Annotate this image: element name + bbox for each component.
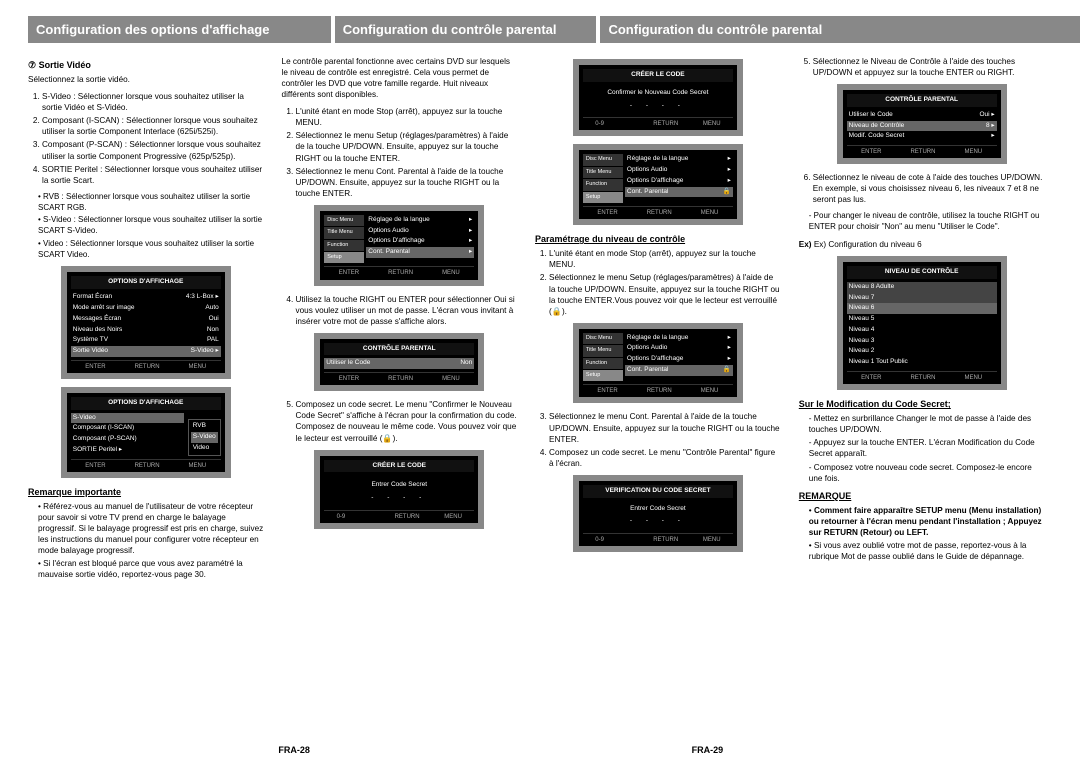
list-item: Composez un code secret. Le menu "Confir… bbox=[296, 399, 518, 443]
col-parental-setup: Le contrôle parental fonctionne avec cer… bbox=[282, 53, 518, 586]
list-item: Composez votre nouveau code secret. Comp… bbox=[809, 462, 1045, 484]
header-display-options: Configuration des options d'affichage bbox=[28, 16, 331, 43]
list-item: Sélectionnez le menu Setup (réglages/par… bbox=[549, 272, 781, 316]
col-display-options: ⑦ Sortie Vidéo Sélectionnez la sortie vi… bbox=[28, 53, 264, 586]
page-number-right: FRA-29 bbox=[692, 745, 724, 755]
page-number-left: FRA-28 bbox=[278, 745, 310, 755]
video-output-title: ⑦ Sortie Vidéo bbox=[28, 59, 264, 71]
osd-screen-setup-menu-lock2: Disc MenuTitle MenuFunctionSetup Réglage… bbox=[573, 323, 743, 404]
important-note-title: Remarque importante bbox=[28, 486, 264, 498]
parental-intro: Le contrôle parental fonctionne avec cer… bbox=[282, 56, 518, 100]
rating-steps-34: Sélectionnez le menu Cont. Parental à l'… bbox=[535, 411, 781, 468]
osd-title: NIVEAU DE CONTRÔLE bbox=[847, 266, 997, 279]
list-item: S-Video : Sélectionner lorsque vous souh… bbox=[42, 91, 264, 113]
list-item: L'unité étant en mode Stop (arrêt), appu… bbox=[296, 106, 518, 128]
osd-title: CRÉER LE CODE bbox=[324, 460, 474, 473]
osd-screen-rating-levels: NIVEAU DE CONTRÔLE Niveau 8 Adulte Nivea… bbox=[837, 256, 1007, 390]
section-headers: Configuration des options d'affichage Co… bbox=[28, 16, 1052, 43]
osd-screen-create-code: CRÉER LE CODE Entrer Code Secret - - - -… bbox=[314, 450, 484, 529]
osd-title: CONTRÔLE PARENTAL bbox=[847, 94, 997, 107]
list-item: Si l'écran est bloqué parce que vous ave… bbox=[38, 558, 264, 580]
modify-code-title: Sur le Modification du Code Secret; bbox=[799, 398, 1045, 410]
rating-steps: L'unité étant en mode Stop (arrêt), appu… bbox=[535, 248, 781, 316]
rating-step-6: Sélectionnez le niveau de cote à l'aide … bbox=[799, 172, 1045, 205]
video-output-list: S-Video : Sélectionner lorsque vous souh… bbox=[28, 91, 264, 186]
list-item: Sélectionnez le niveau de cote à l'aide … bbox=[813, 172, 1045, 205]
osd-screen-confirm-code: CRÉER LE CODE Confirmer le Nouveau Code … bbox=[573, 59, 743, 136]
col-rating-level-left: CRÉER LE CODE Confirmer le Nouveau Code … bbox=[535, 53, 781, 586]
remark-title: REMARQUE bbox=[799, 490, 1045, 502]
header-parental-right: Configuration du contrôle parental bbox=[600, 16, 1080, 43]
important-notes: Référez-vous au manuel de l'utilisateur … bbox=[28, 501, 264, 580]
list-item: Référez-vous au manuel de l'utilisateur … bbox=[38, 501, 264, 556]
video-output-lead: Sélectionnez la sortie vidéo. bbox=[28, 74, 264, 85]
list-item: Mettez en surbrillance Changer le mot de… bbox=[809, 413, 1045, 435]
list-item: Sélectionnez le menu Setup (réglages/par… bbox=[296, 130, 518, 163]
list-item: Composez un code secret. Le menu "Contrô… bbox=[549, 447, 781, 469]
osd-screen-parental-control: CONTRÔLE PARENTAL Utiliser le CodeOui Ni… bbox=[837, 84, 1007, 164]
rating-step-6-sub: - Pour changer le niveau de contrôle, ut… bbox=[799, 211, 1045, 233]
list-item: Appuyez sur la touche ENTER. L'écran Mod… bbox=[809, 437, 1045, 459]
list-item: S-Video : Sélectionner lorsque vous souh… bbox=[38, 215, 264, 237]
list-item: Utilisez la touche RIGHT ou ENTER pour s… bbox=[296, 294, 518, 327]
osd-screen-setup-menu-locked: Disc MenuTitle MenuFunctionSetup Réglage… bbox=[573, 144, 743, 225]
col-rating-level-right: Sélectionnez le Niveau de Contrôle à l'a… bbox=[799, 53, 1045, 586]
rating-step-5: Sélectionnez le Niveau de Contrôle à l'a… bbox=[799, 56, 1045, 78]
list-item: Video : Sélectionner lorsque vous souhai… bbox=[38, 239, 264, 261]
osd-title: OPTIONS D'AFFICHAGE bbox=[71, 276, 221, 289]
list-item: Composant (P-SCAN) : Sélectionner lorsqu… bbox=[42, 139, 264, 161]
osd-screen-display-options: OPTIONS D'AFFICHAGE Format Écran4:3 L-Bo… bbox=[61, 266, 231, 378]
list-item: Si vous avez oublié votre mot de passe, … bbox=[809, 540, 1045, 562]
osd-title: VERIFICATION DU CODE SECRET bbox=[583, 485, 733, 498]
osd-title: CONTRÔLE PARENTAL bbox=[324, 343, 474, 356]
manual-spread: Configuration des options d'affichage Co… bbox=[0, 0, 1080, 765]
columns: ⑦ Sortie Vidéo Sélectionnez la sortie vi… bbox=[28, 53, 1052, 586]
parental-steps-1-3: L'unité étant en mode Stop (arrêt), appu… bbox=[282, 106, 518, 199]
osd-screen-video-output-select: OPTIONS D'AFFICHAGE S-Video Composant (I… bbox=[61, 387, 231, 478]
peritel-sublist: RVB : Sélectionner lorsque vous souhaite… bbox=[28, 192, 264, 261]
example-label: Ex) Ex) Configuration du niveau 6 bbox=[799, 239, 1045, 250]
list-item: Composant (I-SCAN) : Sélectionner lorsqu… bbox=[42, 115, 264, 137]
list-item: L'unité étant en mode Stop (arrêt), appu… bbox=[549, 248, 781, 270]
list-item: RVB : Sélectionner lorsque vous souhaite… bbox=[38, 192, 264, 214]
osd-screen-use-code: CONTRÔLE PARENTAL Utiliser le CodeNon EN… bbox=[314, 333, 484, 392]
list-item: SORTIE Peritel : Sélectionner lorsque vo… bbox=[42, 164, 264, 186]
list-item: Sélectionnez le menu Cont. Parental à l'… bbox=[549, 411, 781, 444]
osd-screen-setup-menu: Disc MenuTitle MenuFunctionSetup Réglage… bbox=[314, 205, 484, 286]
osd-title: OPTIONS D'AFFICHAGE bbox=[71, 397, 221, 410]
remark-list: Comment faire apparaître SETUP menu (Men… bbox=[799, 505, 1045, 562]
parental-step-4: Utilisez la touche RIGHT ou ENTER pour s… bbox=[282, 294, 518, 327]
list-item: Sélectionnez le menu Cont. Parental à l'… bbox=[296, 166, 518, 199]
list-item: Comment faire apparaître SETUP menu (Men… bbox=[809, 505, 1045, 538]
osd-screen-verify-code: VERIFICATION DU CODE SECRET Entrer Code … bbox=[573, 475, 743, 552]
rating-level-title: Paramétrage du niveau de contrôle bbox=[535, 233, 781, 245]
parental-step-5: Composez un code secret. Le menu "Confir… bbox=[282, 399, 518, 443]
osd-title: CRÉER LE CODE bbox=[583, 69, 733, 82]
list-item: Sélectionnez le Niveau de Contrôle à l'a… bbox=[813, 56, 1045, 78]
header-parental-left: Configuration du contrôle parental bbox=[335, 16, 597, 43]
modify-code-steps: Mettez en surbrillance Changer le mot de… bbox=[799, 413, 1045, 483]
